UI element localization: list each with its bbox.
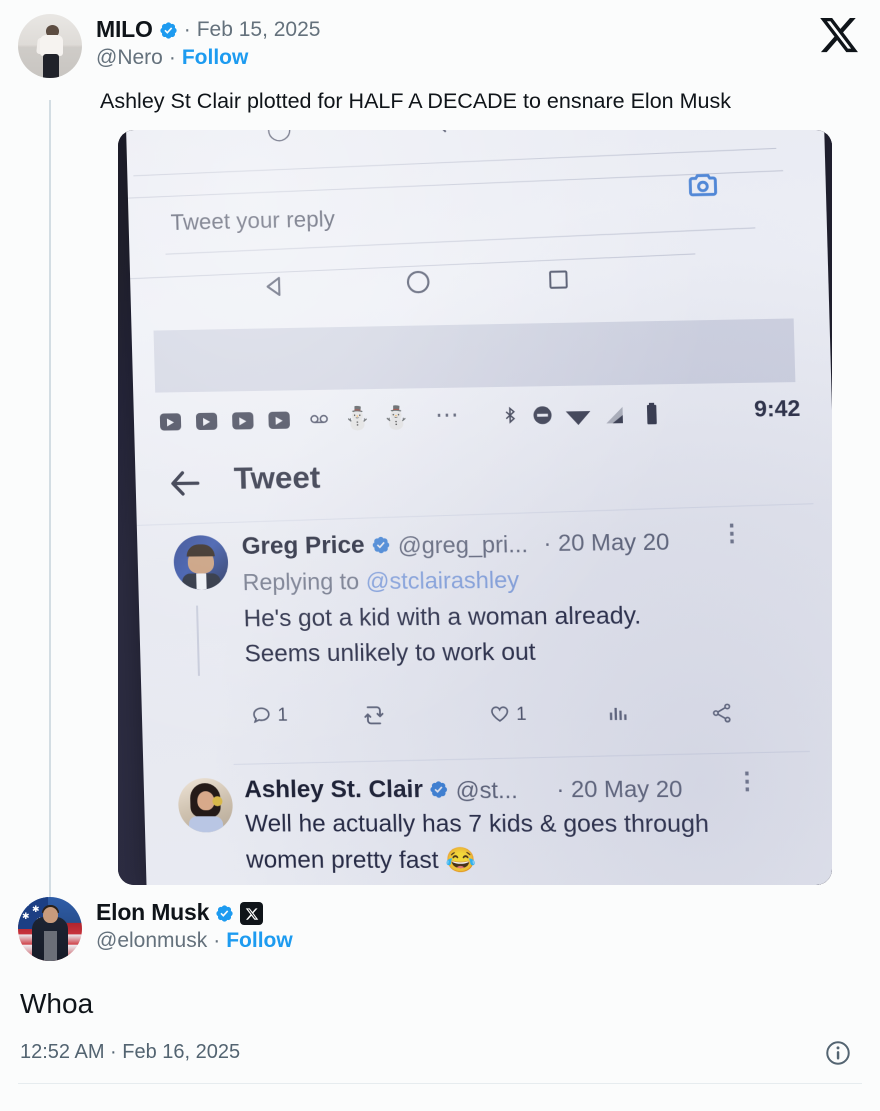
bottom-divider <box>18 1082 862 1084</box>
cellular-signal-icon <box>604 405 625 430</box>
tweet-timestamp: 12:52 AM · Feb 16, 2025 <box>20 1041 241 1064</box>
gmail-icon: ⛄ <box>381 404 411 431</box>
inner-tweet-body-line: He's got a kid with a woman already. <box>243 602 642 633</box>
author-name-row: Elon Musk <box>96 899 860 926</box>
voicemail-icon <box>307 408 332 434</box>
date-text: 20 May 20 <box>557 528 670 556</box>
reply-action[interactable]: 1 <box>250 704 288 726</box>
gmail-icon: ⛄ <box>343 405 372 431</box>
kebab-menu-icon[interactable]: ⋮ <box>719 519 744 547</box>
main-tweet-body: Whoa <box>20 988 94 1020</box>
separator-dot: · <box>213 929 221 953</box>
author-display-name[interactable]: MILO <box>96 16 153 43</box>
quoted-tweet[interactable]: MILO · Feb 15, 2025 @Nero · Follow Ashle… <box>0 0 880 886</box>
main-tweet-header: ✱ ✱ ✱ ✱ Elon Musk <box>18 897 860 962</box>
tweet-media-photo[interactable]: ◯ ⇄ ♡ Tweet your reply <box>118 130 832 886</box>
like-count: 1 <box>515 703 527 724</box>
replying-to-line: Replying to @stclairashley <box>242 567 519 597</box>
inner-tweet-body-line: Well he actually has 7 kids & goes throu… <box>244 810 710 839</box>
author-handle[interactable]: @Nero <box>96 46 163 70</box>
phone-screen-surface <box>126 130 832 886</box>
avatar[interactable] <box>173 535 229 590</box>
author-display-name[interactable]: Elon Musk <box>96 899 209 926</box>
wifi-icon <box>564 406 592 432</box>
retweet-action[interactable] <box>361 703 386 727</box>
main-tweet: ✱ ✱ ✱ ✱ Elon Musk <box>0 885 880 1067</box>
separator-dot: · <box>168 46 176 69</box>
date-text: 20 May 20 <box>570 775 683 803</box>
camera-icon[interactable] <box>684 168 723 202</box>
info-circle-icon[interactable] <box>824 1039 852 1067</box>
verified-badge-icon <box>215 904 234 923</box>
phone-screen: ◯ ⇄ ♡ Tweet your reply <box>126 130 832 886</box>
like-icon: ♡ <box>604 130 625 133</box>
reply-icon: ◯ <box>266 130 292 142</box>
inner-tweet-date: · 20 May 20 <box>556 776 683 804</box>
analytics-icon[interactable] <box>606 702 629 725</box>
main-tweet-meta: 12:52 AM · Feb 16, 2025 <box>20 1039 860 1067</box>
battery-icon <box>645 402 658 432</box>
status-bar-time: 9:42 <box>753 395 801 422</box>
android-nav-bar <box>260 260 630 308</box>
separator-dot: · <box>556 775 565 803</box>
more-icon: ⋯ <box>434 400 461 428</box>
author-handle[interactable]: @elonmusk <box>96 929 207 953</box>
circle-home-icon[interactable] <box>402 267 434 303</box>
bluetooth-icon <box>500 404 519 432</box>
author-name-row: MILO · Feb 15, 2025 <box>96 16 862 43</box>
share-icon[interactable] <box>710 702 734 725</box>
quoted-tweet-date: Feb 15, 2025 <box>196 17 321 41</box>
quoted-tweet-body: Ashley St Clair plotted for HALF A DECAD… <box>100 89 731 113</box>
inner-tweet-body-line: Seems unlikely to work out <box>244 638 536 668</box>
screen-title: Tweet <box>233 459 321 496</box>
quoted-author-block: MILO · Feb 15, 2025 @Nero · Follow <box>96 14 862 70</box>
tweet-embed-root: MILO · Feb 15, 2025 @Nero · Follow Ashle… <box>0 0 880 1111</box>
inner-tweet-handle[interactable]: @st... <box>455 777 518 804</box>
replying-to-handle[interactable]: @stclairashley <box>365 567 519 595</box>
like-action[interactable]: 1 <box>488 703 527 725</box>
follow-button[interactable]: Follow <box>182 46 249 70</box>
inner-tweet-display-name[interactable]: Greg Price <box>241 532 365 561</box>
avatar-detail <box>43 907 58 924</box>
avatar-detail <box>43 54 59 78</box>
inner-tweet-body-line: women pretty fast 😂 <box>245 846 477 875</box>
reply-input-placeholder[interactable]: Tweet your reply <box>170 206 335 236</box>
x-affiliate-badge-icon[interactable] <box>240 902 264 926</box>
inner-tweet-display-name[interactable]: Ashley St. Clair <box>244 776 423 804</box>
youtube-icon <box>195 412 218 431</box>
triangle-back-icon[interactable] <box>260 272 290 307</box>
avatar[interactable]: ✱ ✱ ✱ ✱ <box>18 897 82 962</box>
quoted-tweet-header: MILO · Feb 15, 2025 @Nero · Follow <box>18 14 862 78</box>
main-author-block: Elon Musk @elonmusk · Follow <box>96 897 860 953</box>
kebab-menu-icon[interactable]: ⋮ <box>735 767 760 795</box>
verified-badge-icon <box>159 21 178 40</box>
follow-button[interactable]: Follow <box>226 929 293 953</box>
youtube-icon <box>232 412 254 430</box>
youtube-icon <box>159 413 182 431</box>
author-handle-row: @Nero · Follow <box>96 46 862 70</box>
avatar-detail <box>40 35 63 56</box>
avatar[interactable] <box>18 14 82 78</box>
gray-band <box>153 318 796 393</box>
square-recents-icon[interactable] <box>544 266 573 299</box>
inner-tweet-date: · 20 May 20 <box>543 528 670 557</box>
inner-tweet-actions: 1 1 <box>250 702 734 738</box>
youtube-icon <box>268 411 291 429</box>
verified-badge-icon <box>371 535 391 559</box>
separator-dot: · <box>543 529 552 557</box>
author-handle-row: @elonmusk · Follow <box>96 929 860 953</box>
avatar[interactable] <box>177 778 234 833</box>
do-not-disturb-icon <box>531 404 553 431</box>
separator-dot: · <box>183 17 191 41</box>
verified-badge-icon <box>429 780 449 804</box>
retweet-icon: ⇄ <box>439 130 459 138</box>
reply-count: 1 <box>277 704 288 725</box>
avatar-detail <box>44 931 57 962</box>
inner-tweet-handle[interactable]: @greg_pri... <box>397 531 528 560</box>
back-arrow-icon[interactable] <box>167 465 204 507</box>
replying-to-label: Replying to <box>242 567 360 596</box>
